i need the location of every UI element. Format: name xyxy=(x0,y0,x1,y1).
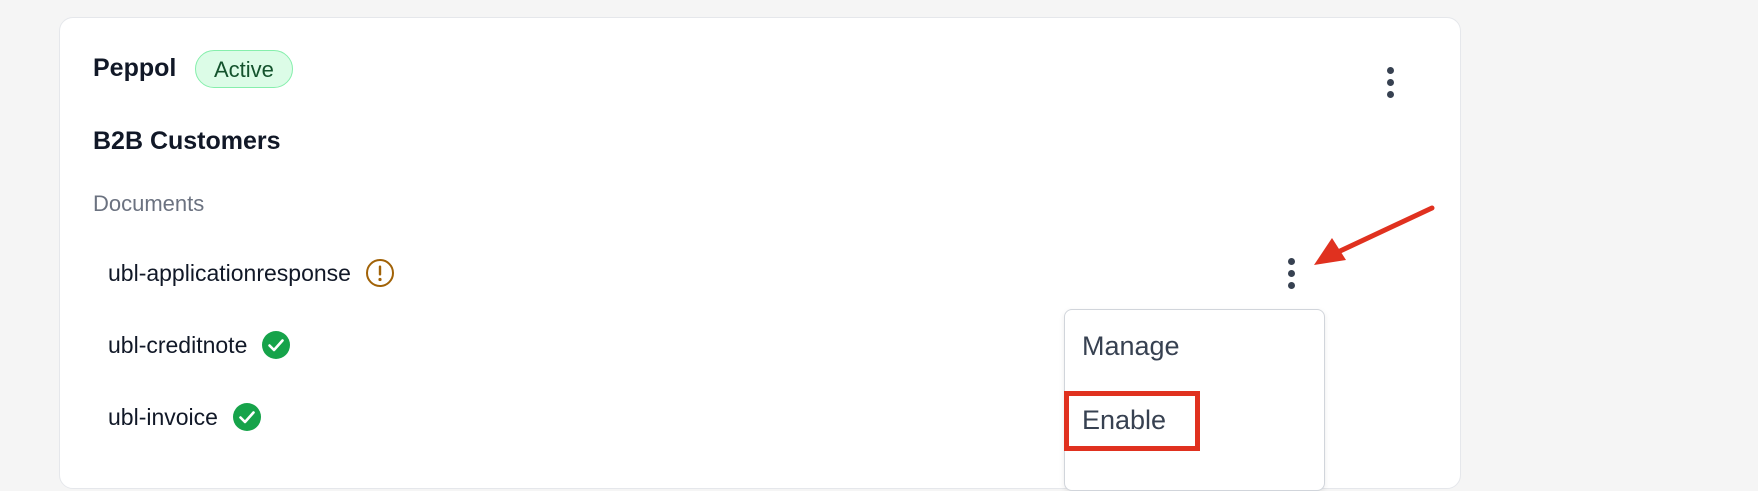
vertical-dots-icon xyxy=(1386,66,1394,74)
menu-item-manage[interactable]: Manage xyxy=(1082,331,1180,362)
check-circle-icon xyxy=(262,331,291,359)
list-item-ubl-applicationresponse[interactable]: ubl-applicationresponse xyxy=(108,253,395,293)
context-menu: Manage Enable xyxy=(1064,309,1325,491)
card-more-options-button[interactable] xyxy=(1375,62,1405,102)
status-badge: Active xyxy=(195,50,293,88)
section-title: B2B Customers xyxy=(93,127,281,155)
provider-name: Peppol xyxy=(93,54,177,82)
document-label: ubl-invoice xyxy=(108,403,218,430)
list-item-ubl-invoice[interactable]: ubl-invoice xyxy=(108,397,262,437)
documents-subheading: Documents xyxy=(93,191,205,216)
vertical-dots-icon xyxy=(1287,257,1295,265)
menu-item-enable[interactable]: Enable xyxy=(1082,405,1166,436)
annotation-arrow-icon xyxy=(1314,205,1435,265)
document-label: ubl-creditnote xyxy=(108,331,248,358)
check-circle-icon xyxy=(232,403,261,431)
warning-icon xyxy=(365,259,394,287)
document-label: ubl-applicationresponse xyxy=(108,259,351,286)
list-item-ubl-creditnote[interactable]: ubl-creditnote xyxy=(108,325,291,365)
